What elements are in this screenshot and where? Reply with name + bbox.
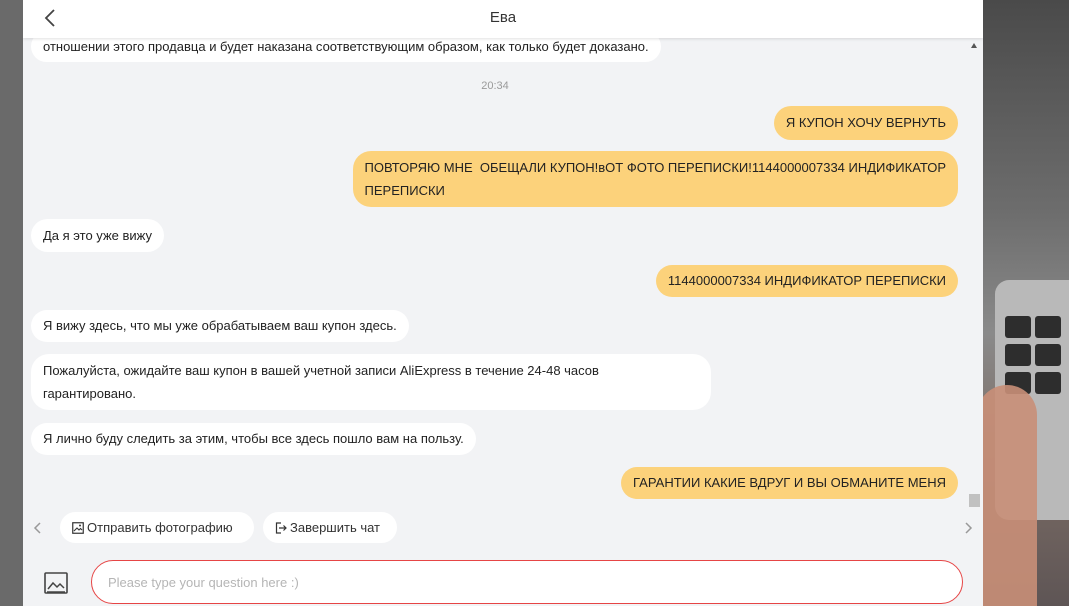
quick-actions-next-button[interactable] [961,521,975,535]
message-text-line: ПЕРЕПИСКИ [364,183,445,198]
background-left [0,0,23,606]
chat-title: Ева [489,9,517,26]
message-text: ГАРАНТИИ КАКИЕ ВДРУГ И ВЫ ОБМАНИТЕ МЕНЯ [633,475,946,490]
scroll-up-arrow-icon[interactable] [971,43,977,48]
message-incoming: Да я это уже вижу [31,219,164,252]
message-text-line: гарантировано. [43,386,137,401]
message-list: отношении этого продавца и будет наказан… [23,31,967,508]
message-text: 1144000007334 ИНДИФИКАТОР ПЕРЕПИСКИ [667,273,946,288]
hand-shape [983,385,1037,606]
message-outgoing: 1144000007334 ИНДИФИКАТОР ПЕРЕПИСКИ [655,265,958,297]
message-text: отношении этого продавца и будет наказан… [43,39,649,54]
message-incoming: Я лично буду следить за этим, чтобы все … [31,423,476,455]
message-text-line: ПОВТОРЯЮ МНЕ ОБЕЩАЛИ КУПОН!вОТ ФОТО ПЕРЕ… [364,160,946,175]
end-chat-label: Завершить чат [290,520,381,535]
message-text: Я КУПОН ХОЧУ ВЕРНУТЬ [785,115,946,130]
send-photo-label: Отправить фотографию [87,520,233,535]
message-scrollbar[interactable] [967,38,983,508]
message-outgoing: ПОВТОРЯЮ МНЕ ОБЕЩАЛИ КУПОН!вОТ ФОТО ПЕРЕ… [352,151,958,207]
scroll-thumb[interactable] [969,494,980,507]
quick-actions-bar: Отправить фотографию Завершить чат [23,508,983,550]
message-outgoing: Я КУПОН ХОЧУ ВЕРНУТЬ [773,106,958,140]
message-text-line: Пожалуйста, ожидайте ваш купон в вашей у… [43,363,599,378]
message-incoming: Пожалуйста, ожидайте ваш купон в вашей у… [31,354,711,410]
message-outgoing: ГАРАНТИИ КАКИЕ ВДРУГ И ВЫ ОБМАНИТЕ МЕНЯ [621,467,958,499]
quick-actions-prev-button[interactable] [31,521,45,535]
chevron-right-icon [965,522,973,534]
photo-icon [72,522,84,534]
message-incoming: Я вижу здесь, что мы уже обрабатываем ва… [31,310,409,342]
image-icon [44,572,68,594]
exit-icon [275,522,287,534]
end-chat-button[interactable]: Завершить чат [263,512,397,543]
message-text: Я лично буду следить за этим, чтобы все … [43,431,464,446]
message-text: Да я это уже вижу [43,228,152,243]
background-photo [983,0,1069,606]
question-input[interactable] [91,560,963,604]
send-photo-button[interactable]: Отправить фотографию [60,512,254,543]
message-text: Я вижу здесь, что мы уже обрабатываем ва… [43,318,397,333]
chat-header: Ева [23,0,983,38]
composer [23,550,983,606]
chat-window: Ева отношении этого продавца и будет нак… [23,0,983,606]
message-timestamp: 20:34 [481,80,509,92]
attach-image-button[interactable] [43,570,69,596]
chevron-left-icon [33,522,41,534]
